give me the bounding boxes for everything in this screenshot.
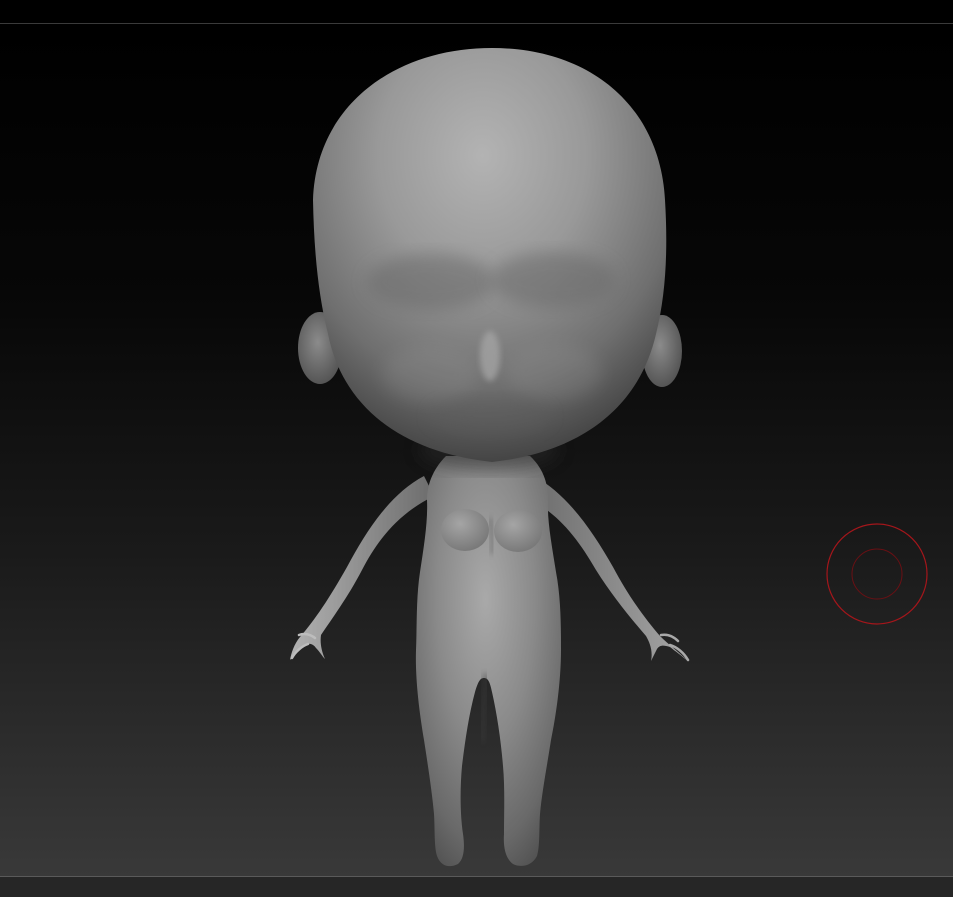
left-breast	[441, 509, 489, 551]
cheek-highlight-right	[506, 344, 602, 400]
brush-cursor	[825, 522, 929, 626]
top-toolbar-strip	[0, 0, 953, 23]
cheek-highlight-left	[382, 346, 478, 402]
thigh-shadow	[479, 673, 489, 743]
document-viewport[interactable]	[0, 24, 953, 876]
right-breast	[494, 510, 542, 552]
torso-and-legs	[415, 456, 561, 867]
left-brow-shadow	[367, 254, 495, 310]
nose-highlight	[480, 331, 500, 381]
brush-circle-icon	[826, 523, 928, 625]
left-arm	[290, 476, 434, 660]
bottom-toolbar-strip	[0, 877, 953, 897]
sculpt-app-window	[0, 0, 953, 897]
chin-shadow	[430, 398, 550, 434]
right-brow-shadow	[491, 252, 615, 308]
right-fingers	[659, 633, 690, 662]
sculpt-model-render	[290, 48, 690, 867]
